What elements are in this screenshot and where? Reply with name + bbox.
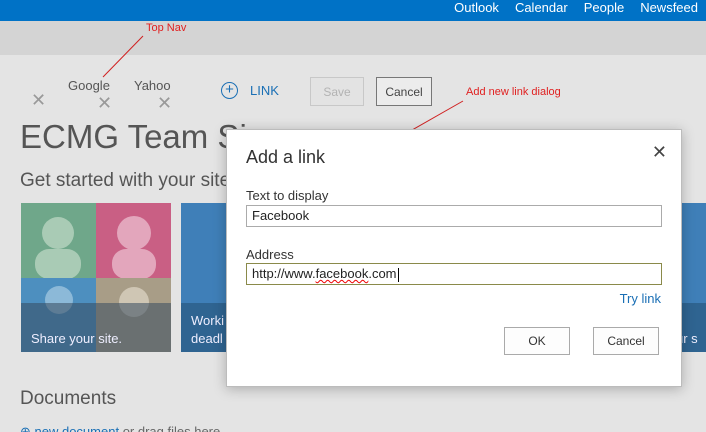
annotation-top-nav: Top Nav <box>146 22 187 34</box>
address-spellcheck-word: facebook <box>315 266 369 281</box>
address-label: Address <box>246 247 294 262</box>
text-caret <box>397 267 399 282</box>
try-link[interactable]: Try link <box>620 291 661 306</box>
ok-button[interactable]: OK <box>504 327 570 355</box>
address-input[interactable]: http://www.facebook.com <box>246 263 662 285</box>
address-suffix: .com <box>368 266 397 281</box>
dialog-title: Add a link <box>246 147 326 167</box>
dialog-cancel-button[interactable]: Cancel <box>593 327 659 355</box>
close-icon[interactable]: ✕ <box>652 142 667 162</box>
add-link-dialog: Add a link ✕ Text to display Facebook Ad… <box>226 129 682 387</box>
annotation-add-link-dialog: Add new link dialog <box>466 86 561 98</box>
text-to-display-label: Text to display <box>246 188 329 203</box>
address-prefix: http://www. <box>252 266 316 281</box>
text-to-display-value: Facebook <box>252 208 310 223</box>
text-to-display-input[interactable]: Facebook <box>246 205 662 227</box>
